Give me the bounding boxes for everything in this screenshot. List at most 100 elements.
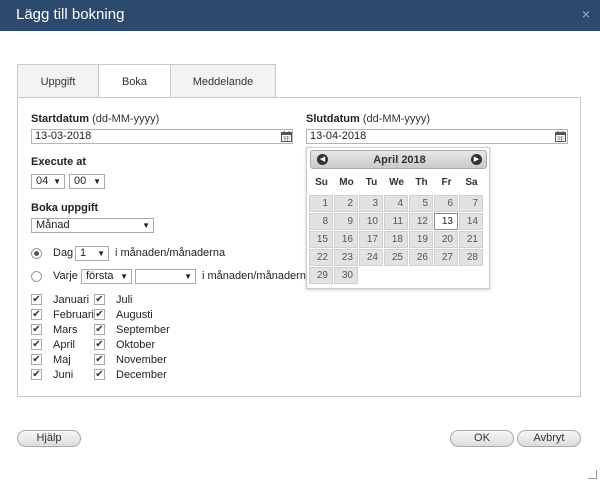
- datepicker-day[interactable]: 23: [334, 249, 358, 266]
- datepicker-day[interactable]: 30: [334, 267, 358, 284]
- chevron-down-icon: ▼: [53, 177, 61, 186]
- month-label: Januari: [53, 294, 90, 306]
- end-date-label: Slutdatum (dd-MM-yyyy): [306, 113, 431, 125]
- weekday-header: Sa: [465, 177, 478, 188]
- datepicker-day[interactable]: 6: [434, 195, 458, 212]
- chevron-down-icon: ▼: [184, 272, 192, 281]
- ok-button[interactable]: OK: [450, 430, 514, 447]
- datepicker-day[interactable]: 7: [459, 195, 483, 212]
- datepicker-day[interactable]: 4: [384, 195, 408, 212]
- month-checkbox[interactable]: ✔: [94, 309, 105, 320]
- datepicker-day[interactable]: 11: [384, 213, 408, 230]
- cancel-button[interactable]: Avbryt: [517, 430, 581, 447]
- month-checkbox[interactable]: ✔: [31, 324, 42, 335]
- datepicker-day[interactable]: 5: [409, 195, 433, 212]
- month-label: Maj: [53, 354, 71, 366]
- every-radio[interactable]: [31, 271, 42, 282]
- datepicker-day[interactable]: 10: [359, 213, 383, 230]
- datepicker-day[interactable]: 29: [309, 267, 333, 284]
- datepicker-day[interactable]: 16: [334, 231, 358, 248]
- month-label: December: [116, 369, 167, 381]
- datepicker-day[interactable]: 17: [359, 231, 383, 248]
- calendar-icon[interactable]: [281, 131, 292, 142]
- weekday-header: We: [389, 177, 404, 188]
- every-option-suffix: i månaden/månaderna: [202, 270, 313, 282]
- end-date-input[interactable]: 13-04-2018: [306, 129, 568, 144]
- chevron-down-icon: ▼: [97, 249, 105, 258]
- start-date-input[interactable]: 13-03-2018: [31, 129, 293, 144]
- month-checkbox[interactable]: ✔: [31, 294, 42, 305]
- month-checkbox[interactable]: ✔: [31, 309, 42, 320]
- datepicker-popup: ◀ April 2018 ▶ Su Mo Tu We Th Fr Sa 1234…: [306, 147, 490, 289]
- weekday-header: Fr: [441, 177, 452, 188]
- minute-select[interactable]: 00 ▼: [69, 174, 105, 189]
- execute-at-label: Execute at: [31, 156, 87, 168]
- datepicker-day[interactable]: 20: [434, 231, 458, 248]
- recurrence-select[interactable]: Månad ▼: [31, 218, 154, 233]
- month-checkbox[interactable]: ✔: [94, 324, 105, 335]
- datepicker-day[interactable]: 12: [409, 213, 433, 230]
- datepicker-day[interactable]: 21: [459, 231, 483, 248]
- month-checkbox[interactable]: ✔: [94, 339, 105, 350]
- datepicker-title: April 2018: [373, 154, 426, 166]
- next-month-icon[interactable]: ▶: [471, 154, 482, 165]
- datepicker-day[interactable]: 26: [409, 249, 433, 266]
- month-checkbox[interactable]: ✔: [94, 354, 105, 365]
- datepicker-day[interactable]: 3: [359, 195, 383, 212]
- datepicker-day[interactable]: 14: [459, 213, 483, 230]
- datepicker-day[interactable]: 27: [434, 249, 458, 266]
- month-label: Februari: [53, 309, 94, 321]
- weekday-header: Su: [315, 177, 328, 188]
- month-label: September: [116, 324, 170, 336]
- weekday-header: Tu: [365, 177, 378, 188]
- weekday-header: Th: [415, 177, 428, 188]
- weekday-select[interactable]: ▼: [135, 269, 196, 284]
- chevron-down-icon: ▼: [93, 177, 101, 186]
- month-label: Juni: [53, 369, 74, 381]
- datepicker-day[interactable]: 1: [309, 195, 333, 212]
- tab-boka[interactable]: Boka: [98, 64, 171, 99]
- tab-uppgift[interactable]: Uppgift: [17, 64, 99, 98]
- resize-grip-icon[interactable]: [588, 470, 597, 479]
- month-label: April: [53, 339, 76, 351]
- calendar-icon[interactable]: [555, 131, 566, 142]
- dialog-title: Lägg till bokning: [16, 6, 125, 23]
- month-checkbox[interactable]: ✔: [31, 354, 42, 365]
- datepicker-day[interactable]: 25: [384, 249, 408, 266]
- dialog-titlebar: Lägg till bokning ×: [0, 0, 600, 31]
- datepicker-day[interactable]: 19: [409, 231, 433, 248]
- month-label: Juli: [116, 294, 133, 306]
- month-checkbox[interactable]: ✔: [31, 369, 42, 380]
- day-option-label: Dag: [53, 247, 74, 259]
- chevron-down-icon: ▼: [142, 221, 150, 230]
- month-checkbox[interactable]: ✔: [94, 294, 105, 305]
- tab-meddelande[interactable]: Meddelande: [170, 64, 276, 98]
- month-label: Mars: [53, 324, 78, 336]
- month-label: Oktober: [116, 339, 156, 351]
- month-label: November: [116, 354, 167, 366]
- datepicker-day[interactable]: 8: [309, 213, 333, 230]
- datepicker-day[interactable]: 2: [334, 195, 358, 212]
- datepicker-day[interactable]: 13: [434, 213, 458, 230]
- month-label: Augusti: [116, 309, 153, 321]
- hour-select[interactable]: 04 ▼: [31, 174, 65, 189]
- datepicker-day[interactable]: 9: [334, 213, 358, 230]
- datepicker-day[interactable]: 28: [459, 249, 483, 266]
- datepicker-day[interactable]: 24: [359, 249, 383, 266]
- ordinal-select[interactable]: första ▼: [81, 269, 132, 284]
- help-button[interactable]: Hjälp: [17, 430, 81, 447]
- chevron-down-icon: ▼: [120, 272, 128, 281]
- day-radio[interactable]: [31, 248, 42, 259]
- datepicker-day[interactable]: 18: [384, 231, 408, 248]
- month-checkbox[interactable]: ✔: [31, 339, 42, 350]
- day-option-suffix: i månaden/månaderna: [115, 247, 226, 259]
- book-task-label: Boka uppgift: [31, 202, 99, 214]
- day-number-select[interactable]: 1 ▼: [75, 246, 109, 261]
- datepicker-day[interactable]: 22: [309, 249, 333, 266]
- start-date-label: Startdatum (dd-MM-yyyy): [31, 113, 160, 125]
- weekday-header: Mo: [339, 177, 354, 188]
- close-icon[interactable]: ×: [582, 6, 590, 22]
- month-checkbox[interactable]: ✔: [94, 369, 105, 380]
- every-option-label: Varje: [53, 270, 78, 282]
- datepicker-day[interactable]: 15: [309, 231, 333, 248]
